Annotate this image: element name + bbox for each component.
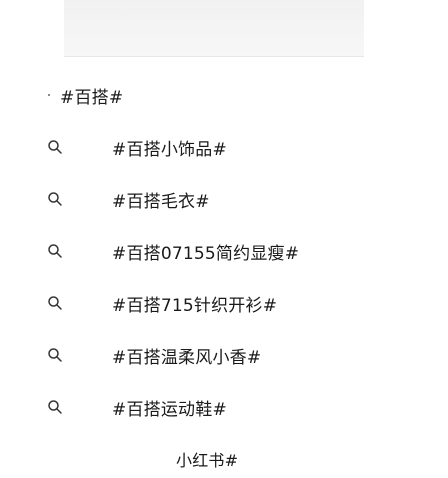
- search-icon: [40, 236, 70, 266]
- suggestion-label: #百搭毛衣#: [112, 191, 210, 212]
- suggestion-item[interactable]: #百搭小饰品#: [0, 128, 227, 166]
- suggestion-label: #百搭运动鞋#: [112, 399, 227, 420]
- more-item[interactable]: 小红书#: [0, 440, 238, 478]
- suggestion-item[interactable]: #百搭715针织开衫#: [0, 284, 277, 322]
- more-item-label: 小红书#: [176, 451, 239, 470]
- history-item[interactable]: #百搭#: [0, 76, 123, 114]
- suggestion-item[interactable]: #百搭运动鞋#: [0, 388, 227, 426]
- suggestion-label: #百搭小饰品#: [112, 139, 227, 160]
- suggestion-item[interactable]: #百搭温柔风小香#: [0, 336, 261, 374]
- bullet-dot: [48, 94, 50, 96]
- search-icon: [40, 288, 70, 318]
- search-icon: [40, 132, 70, 162]
- history-item-label: #百搭#: [60, 87, 124, 108]
- suggestion-item[interactable]: #百搭毛衣#: [0, 180, 210, 218]
- suggestion-label: #百搭07155简约显瘦#: [112, 243, 300, 264]
- suggestion-label: #百搭715针织开衫#: [112, 295, 278, 316]
- search-icon: [40, 392, 70, 422]
- suggestion-item[interactable]: #百搭07155简约显瘦#: [0, 232, 299, 270]
- suggestion-label: #百搭温柔风小香#: [112, 347, 262, 368]
- search-icon: [40, 184, 70, 214]
- search-icon: [40, 340, 70, 370]
- top-bar: [64, 0, 364, 57]
